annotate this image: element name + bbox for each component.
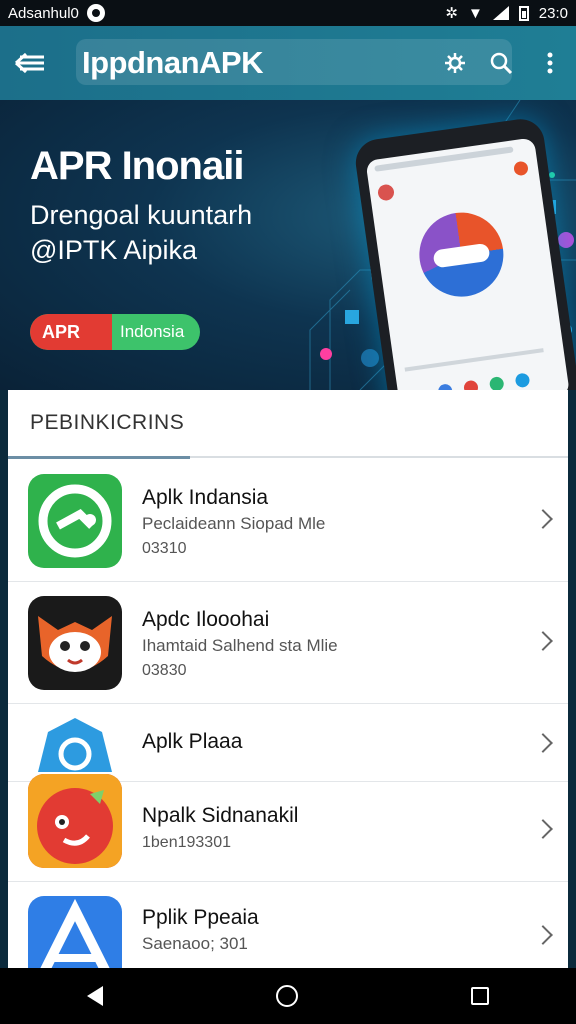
signal-icon xyxy=(492,6,509,20)
app-subtitle: Ihamtaid Salhend sta Mlie xyxy=(142,636,338,655)
gear-icon[interactable] xyxy=(432,40,478,86)
wifi-icon: ▼ xyxy=(467,4,483,22)
app-version: 1ben193301 xyxy=(142,834,231,851)
section-title: PEBINKICRINS xyxy=(30,411,185,434)
banner-title: APR Inonaii xyxy=(30,144,244,188)
app-title: IppdnanAPK xyxy=(82,45,264,80)
list-item[interactable]: Apdc Ilooohai Ihamtaid Salhend sta Mlie … xyxy=(8,582,568,704)
list-item[interactable]: Aplk Plaaa xyxy=(8,704,568,782)
app-title: Aplk Plaaa xyxy=(142,730,243,753)
promo-banner[interactable]: APR Inonaii Drengoal kuuntarh @IPTK Aipi… xyxy=(0,100,576,390)
app-title: Apdc Ilooohai xyxy=(142,608,270,631)
list-item[interactable]: Npalk Sidnanakil 1ben193301 xyxy=(8,774,568,882)
battery-icon xyxy=(518,5,529,21)
phone-app-logo-icon xyxy=(413,207,509,303)
chevron-right-icon xyxy=(533,631,553,651)
gear-status-icon: ✲ xyxy=(445,5,458,22)
fox-app-icon xyxy=(28,596,122,690)
badge-green-label: Indonsia xyxy=(120,322,185,341)
app-bar: IppdnanAPK xyxy=(0,26,576,100)
chevron-right-icon xyxy=(533,819,553,839)
phone-illustration xyxy=(352,116,576,390)
green-app-icon xyxy=(28,474,122,568)
nav-recents-icon[interactable] xyxy=(471,987,490,1005)
list-item[interactable]: Aplk Indansia Peclaideann Siopad Mle 033… xyxy=(8,460,568,582)
status-time: 23:0 xyxy=(538,4,568,22)
notification-icon xyxy=(86,4,105,22)
nav-back-icon[interactable] xyxy=(86,986,103,1006)
list-item[interactable]: Pplik Ppeaia Saenaoo; 301 xyxy=(8,882,568,990)
back-arrow-icon[interactable] xyxy=(0,26,60,100)
nav-home-icon[interactable] xyxy=(275,985,298,1007)
red-app-icon xyxy=(28,774,122,868)
app-subtitle: Saenaoo; 301 xyxy=(142,934,248,953)
banner-subtitle-2: @IPTK Aipika xyxy=(30,235,197,265)
app-subtitle: Peclaideann Siopad Mle xyxy=(142,514,326,533)
app-list-card: PEBINKICRINS Aplk Indansia Peclaideann S… xyxy=(8,390,568,990)
section-underline xyxy=(8,456,190,459)
system-nav-bar xyxy=(0,968,576,1024)
app-version: 03830 xyxy=(142,662,187,679)
app-title: Pplik Ppeaia xyxy=(142,906,259,929)
badge-red-label: APR xyxy=(30,314,112,350)
section-header[interactable]: PEBINKICRINS xyxy=(8,390,568,459)
chevron-right-icon xyxy=(533,925,553,945)
banner-subtitle-1: Drengoal kuuntarh xyxy=(30,200,253,230)
blue-app-icon xyxy=(28,714,122,774)
region-badge[interactable]: APR Indonsia xyxy=(30,314,200,350)
status-carrier: Adsanhul0 xyxy=(8,4,79,22)
chevron-right-icon xyxy=(533,509,553,529)
app-title: Npalk Sidnanakil xyxy=(142,804,299,827)
app-version: 03310 xyxy=(142,540,187,557)
app-title: Aplk Indansia xyxy=(142,486,269,509)
more-vert-icon[interactable] xyxy=(524,40,576,86)
search-icon[interactable] xyxy=(478,40,524,86)
status-bar: Adsanhul0 ✲ ▼ 23:0 xyxy=(0,0,576,26)
chevron-right-icon xyxy=(533,733,553,753)
